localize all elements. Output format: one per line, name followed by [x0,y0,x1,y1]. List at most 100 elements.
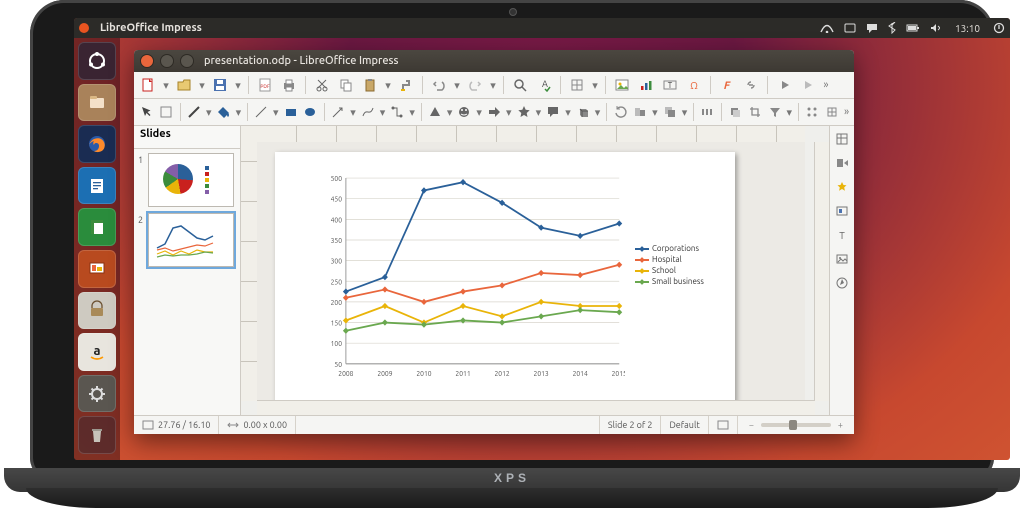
insert-chart-button[interactable] [636,75,656,95]
crop-button[interactable] [746,102,763,122]
block-arrows-tool[interactable] [486,102,503,122]
rotate-button[interactable] [612,102,629,122]
insert-special-char-button[interactable]: Ω [684,75,704,95]
line-tool[interactable] [253,102,270,122]
callouts-tool[interactable] [545,102,562,122]
window-minimize-button[interactable] [160,54,174,68]
display-grid-button[interactable] [567,75,587,95]
launcher-impress[interactable] [78,250,116,288]
launcher-firefox[interactable] [78,125,116,163]
arrange-dropdown-icon[interactable]: ▾ [681,106,688,119]
undo-button[interactable] [429,75,449,95]
cut-button[interactable] [312,75,332,95]
toggle-extrusion-button[interactable] [823,102,840,122]
vertical-scrollbar[interactable] [814,142,829,401]
slide-canvas[interactable]: 5010015020025030035040045050020082009201… [257,142,805,401]
distribute-button[interactable] [699,102,716,122]
3d-dropdown-icon[interactable]: ▾ [594,106,601,119]
launcher-trash[interactable] [78,416,116,454]
connector-dropdown-icon[interactable]: ▾ [409,106,416,119]
sidebar-navigator-icon[interactable] [833,274,851,292]
clone-format-button[interactable] [396,75,416,95]
basic-shapes-dropdown-icon[interactable]: ▾ [446,106,453,119]
callouts-dropdown-icon[interactable]: ▾ [565,106,572,119]
export-pdf-button[interactable]: PDF [255,75,275,95]
arrow-line-tool[interactable] [330,102,347,122]
battery-indicator-icon[interactable] [901,23,925,33]
launcher-files[interactable] [78,84,116,122]
redo-dropdown-icon[interactable]: ▾ [489,79,497,92]
sidebar-slide-transition-icon[interactable] [833,154,851,172]
launcher-writer[interactable] [78,167,116,205]
launcher-settings[interactable] [78,375,116,413]
line-color-dropdown-icon[interactable]: ▾ [205,106,212,119]
print-button[interactable] [279,75,299,95]
launcher-amazon[interactable]: a [78,333,116,371]
rectangle-tool[interactable] [282,102,299,122]
launcher-dash[interactable] [78,42,116,80]
insert-hyperlink-button[interactable] [741,75,761,95]
3d-objects-tool[interactable] [574,102,591,122]
sidebar-master-slides-icon[interactable] [833,202,851,220]
arrange-button[interactable] [661,102,678,122]
select-tool[interactable] [138,102,155,122]
stars-tool[interactable] [515,102,532,122]
launcher-calc[interactable] [78,208,116,246]
network-indicator-icon[interactable] [815,23,839,33]
shadow-button[interactable] [726,102,743,122]
line-chart[interactable]: 5010015020025030035040045050020082009201… [317,172,625,384]
zoom-fit-button[interactable] [709,416,738,434]
open-dropdown-icon[interactable]: ▾ [198,79,206,92]
spellcheck-button[interactable]: A [534,75,554,95]
zoom-slider[interactable]: − + [738,416,854,434]
insert-textbox-button[interactable]: T [660,75,680,95]
launcher-software[interactable] [78,292,116,330]
slide-show-first-button[interactable] [774,75,794,95]
sound-indicator-icon[interactable] [925,23,947,33]
slide-page[interactable]: 5010015020025030035040045050020082009201… [275,152,735,401]
vertical-ruler[interactable] [241,142,258,401]
window-close-button[interactable] [140,54,154,68]
new-button[interactable] [138,75,158,95]
open-button[interactable] [174,75,194,95]
session-indicator-icon[interactable] [988,22,1010,34]
redo-button[interactable] [465,75,485,95]
toolbar2-overflow-icon[interactable]: » [843,106,850,118]
connector-tool[interactable] [389,102,406,122]
curve-tool[interactable] [359,102,376,122]
messages-indicator-icon[interactable] [861,23,883,33]
sidebar-gallery-icon[interactable] [833,250,851,268]
slide-show-current-button[interactable] [798,75,818,95]
save-dropdown-icon[interactable]: ▾ [234,79,242,92]
find-button[interactable] [510,75,530,95]
sidebar-properties-icon[interactable] [833,130,851,148]
line-color-button[interactable] [186,102,203,122]
fill-color-button[interactable] [215,102,232,122]
insert-fontwork-button[interactable]: F [717,75,737,95]
ubuntu-bfb-icon[interactable] [74,18,94,38]
zoom-tool[interactable] [158,102,175,122]
grid-dropdown-icon[interactable]: ▾ [591,79,599,92]
insert-image-button[interactable] [612,75,632,95]
paste-button[interactable] [360,75,380,95]
fill-color-dropdown-icon[interactable]: ▾ [235,106,242,119]
ellipse-tool[interactable] [302,102,319,122]
align-objects-button[interactable] [632,102,649,122]
block-arrows-dropdown-icon[interactable]: ▾ [505,106,512,119]
language-indicator-icon[interactable] [839,23,861,33]
line-dropdown-icon[interactable]: ▾ [272,106,279,119]
copy-button[interactable] [336,75,356,95]
paste-dropdown-icon[interactable]: ▾ [384,79,392,92]
horizontal-ruler[interactable] [257,126,805,143]
toolbar-overflow-icon[interactable]: » [822,79,830,91]
slide-thumb-1[interactable]: 1 [138,153,236,207]
window-maximize-button[interactable] [180,54,194,68]
symbol-shapes-dropdown-icon[interactable]: ▾ [476,106,483,119]
gluepoints-button[interactable] [804,102,821,122]
sidebar-styles-icon[interactable]: T [833,226,851,244]
undo-dropdown-icon[interactable]: ▾ [453,79,461,92]
save-button[interactable] [210,75,230,95]
clock-indicator[interactable]: 13:10 [947,23,988,34]
sidebar-animation-icon[interactable] [833,178,851,196]
bluetooth-indicator-icon[interactable] [883,22,901,34]
